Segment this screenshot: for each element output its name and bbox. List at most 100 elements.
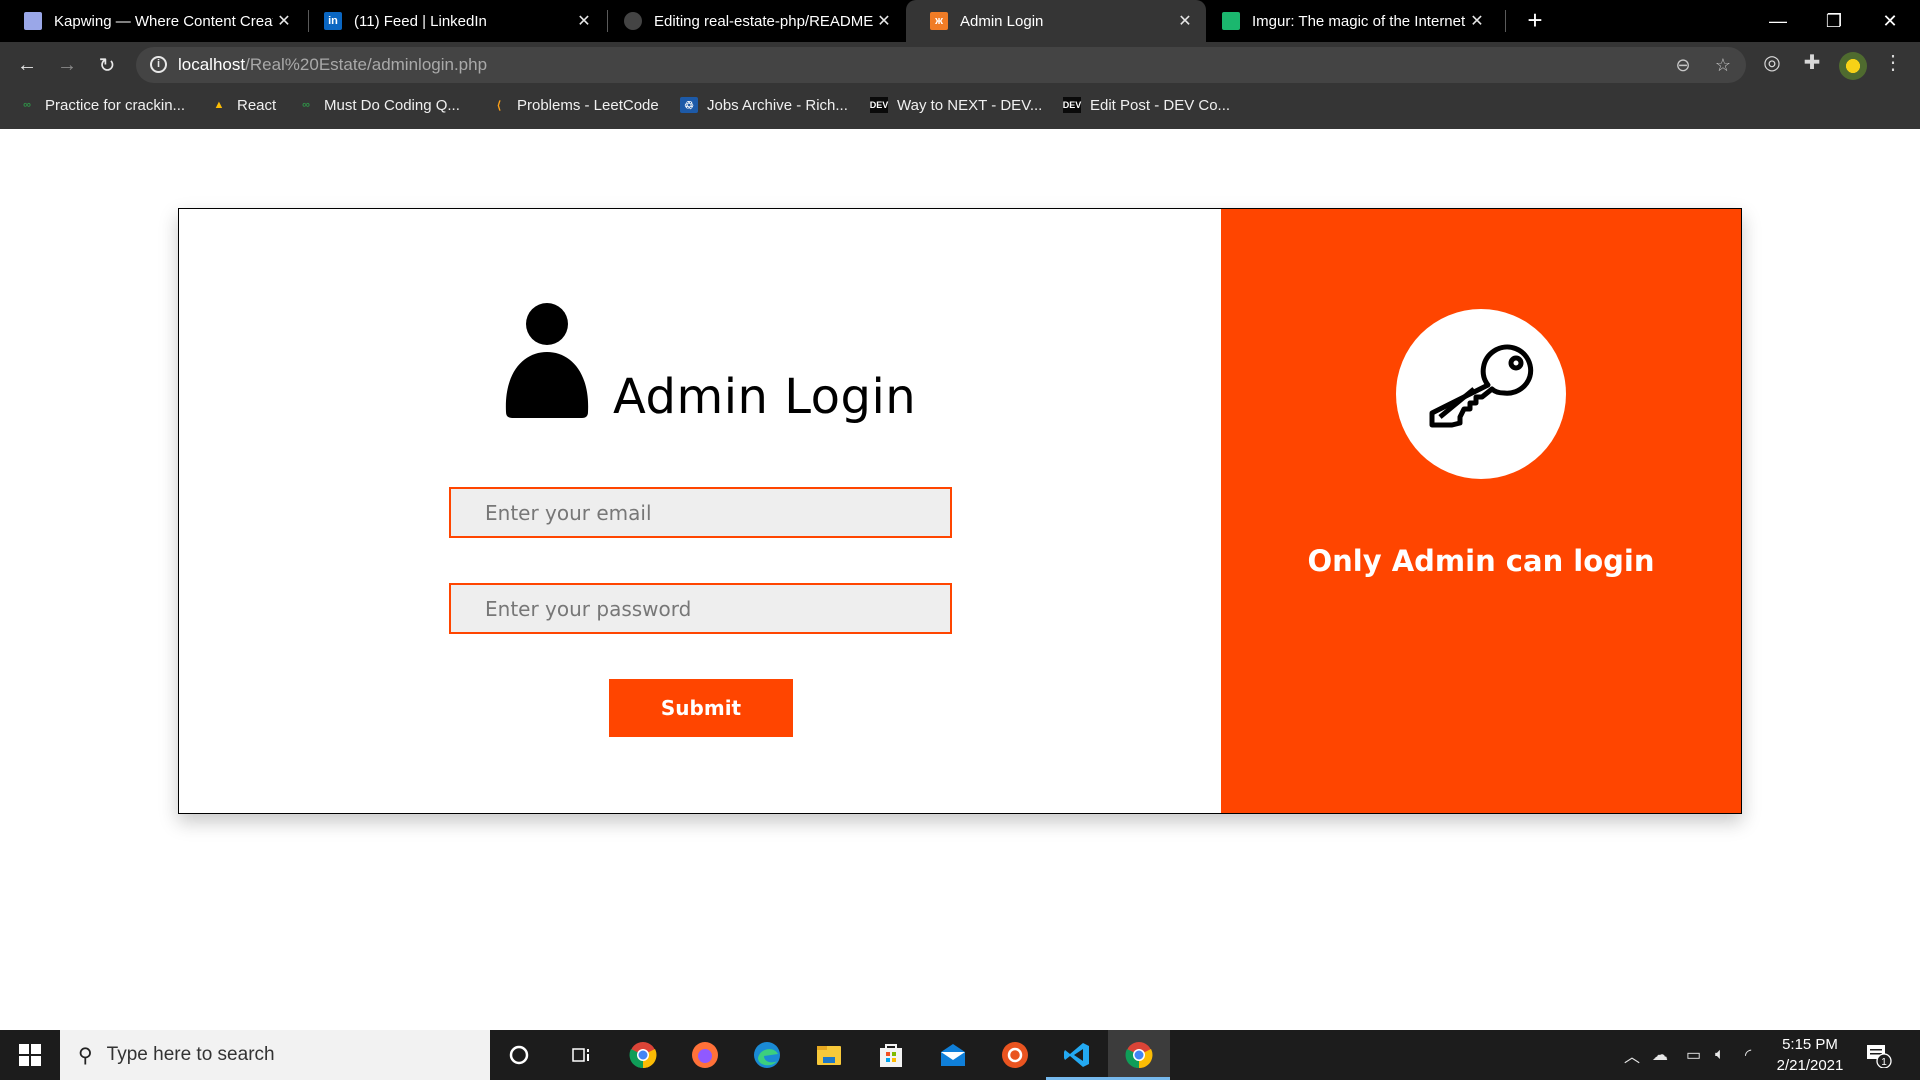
taskbar-app-firefox[interactable]	[674, 1030, 736, 1080]
taskbar-app-chrome-active[interactable]	[1108, 1030, 1170, 1080]
bookmark-label: Must Do Coding Q...	[324, 96, 460, 114]
menu-kebab-icon[interactable]: ⋮	[1880, 50, 1906, 76]
notification-count: 1	[1881, 1057, 1887, 1068]
login-form-pane: Admin Login Submit	[179, 209, 1221, 813]
bookmark-label: Practice for crackin...	[45, 96, 186, 114]
task-view-icon	[572, 1048, 589, 1062]
edge-icon	[754, 1042, 780, 1068]
zoom-icon[interactable]: ⊖	[1672, 54, 1694, 76]
google-drive-icon: ▲	[213, 99, 225, 111]
folder-icon	[817, 1046, 841, 1065]
start-button[interactable]	[0, 1030, 60, 1080]
bookmark-label: Way to NEXT - DEV...	[897, 96, 1043, 114]
tab-title: Imgur: The magic of the Internet	[1252, 12, 1466, 30]
taskbar-app-ubuntu[interactable]	[984, 1030, 1046, 1080]
address-bar[interactable]: i localhost/Real%20Estate/adminlogin.php…	[136, 47, 1746, 83]
bookmark-item[interactable]: DEV Edit Post - DEV Co...	[1063, 88, 1230, 122]
taskbar: ⚲ Type here to search ︿ ☁ ▭ 🔈︎ ◜ 5:15 PM	[0, 1030, 1920, 1080]
volume-icon[interactable]: 🔈︎	[1715, 1030, 1725, 1080]
close-tab-icon[interactable]: ✕	[1174, 11, 1196, 31]
bookmark-item[interactable]: ♲ Jobs Archive - Rich...	[680, 88, 848, 122]
browser-toolbar: ← → ↻ i localhost/Real%20Estate/adminlog…	[0, 42, 1920, 88]
reload-button[interactable]: ↻	[92, 50, 122, 80]
battery-icon[interactable]: ▭	[1686, 1030, 1701, 1080]
chrome-icon	[629, 1042, 657, 1069]
leetcode-icon: ⟨	[496, 99, 502, 112]
password-field[interactable]	[449, 583, 952, 634]
bookmark-item[interactable]: ▲ React	[210, 88, 277, 122]
geeksforgeeks-icon: ∞	[23, 99, 31, 111]
tab-kapwing[interactable]: Kapwing — Where Content Creat ✕	[0, 0, 305, 42]
jobs-icon: ♲	[680, 97, 698, 113]
bookmark-label: Jobs Archive - Rich...	[707, 96, 848, 114]
close-window-button[interactable]: ✕	[1862, 0, 1918, 42]
url-path: /Real%20Estate/adminlogin.php	[245, 55, 488, 74]
extension-target-icon[interactable]: ◎	[1759, 50, 1785, 76]
kapwing-icon	[24, 12, 42, 30]
bookmark-star-icon[interactable]: ☆	[1712, 54, 1734, 76]
submit-button[interactable]: Submit	[609, 679, 793, 737]
taskbar-app-mail[interactable]	[922, 1030, 984, 1080]
show-hidden-icons[interactable]: ︿	[1624, 1030, 1640, 1080]
tab-title: (11) Feed | LinkedIn	[354, 12, 487, 30]
wifi-icon[interactable]: ◜	[1745, 1030, 1751, 1080]
linkedin-icon: in	[324, 12, 342, 30]
search-placeholder: Type here to search	[106, 1044, 275, 1065]
store-icon	[880, 1044, 902, 1067]
minimize-button[interactable]: —	[1750, 0, 1806, 42]
close-tab-icon[interactable]: ✕	[1466, 11, 1488, 31]
cortana-button[interactable]	[488, 1030, 550, 1080]
admin-only-message: Only Admin can login	[1307, 544, 1655, 578]
mail-icon	[941, 1044, 965, 1066]
url-text: localhost/Real%20Estate/adminlogin.php	[178, 55, 487, 75]
github-icon	[624, 12, 642, 30]
taskbar-app-edge[interactable]	[736, 1030, 798, 1080]
extensions-puzzle-icon[interactable]: ✚	[1799, 50, 1825, 76]
restore-button[interactable]: ❐	[1806, 0, 1862, 42]
bookmark-label: Problems - LeetCode	[517, 96, 659, 114]
close-tab-icon[interactable]: ✕	[573, 11, 595, 31]
back-button[interactable]: ←	[12, 50, 42, 80]
profile-avatar[interactable]	[1839, 52, 1867, 80]
tab-title: Kapwing — Where Content Creat	[54, 12, 273, 30]
tab-linkedin[interactable]: in (11) Feed | LinkedIn ✕	[300, 0, 605, 42]
taskbar-app-store[interactable]	[860, 1030, 922, 1080]
taskbar-search[interactable]: ⚲ Type here to search	[60, 1030, 490, 1080]
chrome-icon	[1125, 1042, 1153, 1069]
taskbar-app-file-explorer[interactable]	[798, 1030, 860, 1080]
onedrive-icon[interactable]: ☁	[1652, 1030, 1668, 1080]
tab-admin-login[interactable]: ж Admin Login ✕	[906, 0, 1206, 42]
bookmark-item[interactable]: ⟨ Problems - LeetCode	[490, 88, 659, 122]
tab-title: Editing real-estate-php/README	[654, 12, 873, 30]
close-tab-icon[interactable]: ✕	[273, 11, 295, 31]
site-info-icon[interactable]: i	[150, 56, 167, 73]
tab-github[interactable]: Editing real-estate-php/README ✕	[600, 0, 905, 42]
tab-imgur[interactable]: Imgur: The magic of the Internet ✕	[1198, 0, 1498, 42]
taskbar-app-vscode[interactable]	[1046, 1030, 1108, 1080]
bookmark-item[interactable]: ∞ Practice for crackin...	[18, 88, 185, 122]
bookmark-item[interactable]: ∞ Must Do Coding Q...	[297, 88, 460, 122]
action-center-button[interactable]: 1	[1866, 1042, 1892, 1069]
search-icon: ⚲	[78, 1044, 93, 1067]
user-icon	[505, 303, 589, 418]
email-field[interactable]	[449, 487, 952, 538]
close-tab-icon[interactable]: ✕	[873, 11, 895, 31]
dev-icon: DEV	[1063, 97, 1081, 113]
forward-button[interactable]: →	[52, 50, 82, 80]
geeksforgeeks-icon: ∞	[302, 99, 310, 111]
task-view-button[interactable]	[550, 1030, 612, 1080]
dev-icon: DEV	[870, 97, 888, 113]
firefox-icon	[692, 1042, 718, 1068]
tab-separator	[1505, 10, 1506, 32]
clock-time: 5:15 PM	[1782, 1036, 1838, 1053]
info-pane: Only Admin can login	[1221, 209, 1741, 813]
key-icon	[1429, 344, 1534, 428]
system-clock[interactable]: 5:15 PM 2/21/2021	[1772, 1034, 1848, 1076]
bookmark-item[interactable]: DEV Way to NEXT - DEV...	[870, 88, 1043, 122]
page-title: Admin Login	[613, 369, 917, 425]
windows-icon	[19, 1044, 41, 1066]
tab-title: Admin Login	[960, 12, 1044, 30]
new-tab-button[interactable]: +	[1520, 6, 1550, 36]
bookmark-label: React	[237, 96, 277, 114]
taskbar-app-chrome[interactable]	[612, 1030, 674, 1080]
